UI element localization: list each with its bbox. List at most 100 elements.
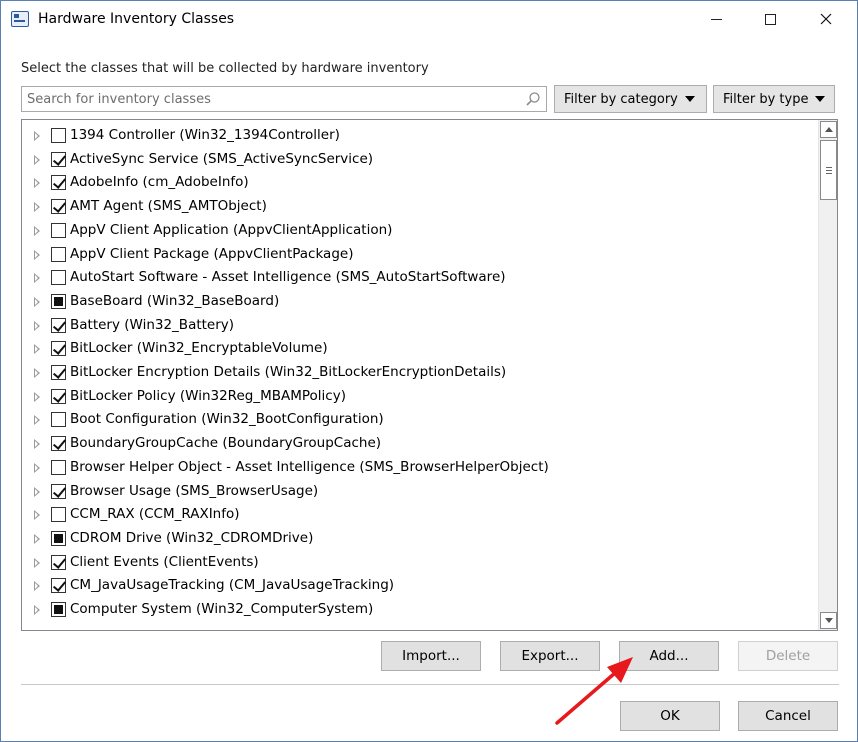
expand-arrow-icon[interactable] [34, 439, 41, 450]
scroll-up-button[interactable] [820, 121, 837, 138]
list-item[interactable]: CDROM Drive (Win32_CDROMDrive) [22, 527, 816, 551]
expand-arrow-icon[interactable] [34, 581, 41, 592]
list-item[interactable]: BaseBoard (Win32_BaseBoard) [22, 290, 816, 314]
expand-arrow-icon[interactable] [34, 273, 41, 284]
list-item[interactable]: BitLocker (Win32_EncryptableVolume) [22, 337, 816, 361]
class-checkbox[interactable] [51, 578, 66, 594]
search-field[interactable] [21, 86, 547, 112]
add-button[interactable]: Add... [619, 641, 719, 671]
class-checkbox[interactable] [51, 530, 66, 546]
class-checkbox[interactable] [51, 602, 66, 617]
class-label: BitLocker Policy (Win32Reg_MBAMPolicy) [70, 387, 346, 404]
class-label: CDROM Drive (Win32_CDROMDrive) [70, 529, 314, 546]
class-checkbox[interactable] [51, 365, 66, 380]
chevron-down-icon [815, 96, 826, 102]
class-checkbox[interactable] [51, 554, 66, 570]
expand-arrow-icon[interactable] [34, 557, 41, 568]
list-item[interactable]: AppV Client Package (AppvClientPackage) [22, 243, 816, 267]
expand-arrow-icon[interactable] [34, 320, 41, 331]
expand-arrow-icon[interactable] [34, 510, 41, 521]
list-item[interactable]: AutoStart Software - Asset Intelligence … [22, 266, 816, 290]
ok-button[interactable]: OK [620, 701, 720, 731]
class-label: AdobeInfo (cm_AdobeInfo) [70, 174, 249, 191]
class-label: AutoStart Software - Asset Intelligence … [70, 269, 506, 286]
list-item[interactable]: Boot Configuration (Win32_BootConfigurat… [22, 408, 816, 432]
list-item[interactable]: 1394 Controller (Win32_1394Controller) [22, 124, 816, 148]
list-item[interactable]: AdobeInfo (cm_AdobeInfo) [22, 171, 816, 195]
expand-arrow-icon[interactable] [34, 462, 41, 473]
list-item[interactable]: Browser Usage (SMS_BrowserUsage) [22, 480, 816, 504]
expand-arrow-icon[interactable] [34, 178, 41, 189]
close-icon [820, 13, 832, 25]
delete-button[interactable]: Delete [738, 641, 838, 671]
list-item[interactable]: BitLocker Encryption Details (Win32_BitL… [22, 361, 816, 385]
expand-arrow-icon[interactable] [34, 368, 41, 378]
class-checkbox[interactable] [51, 246, 66, 262]
search-input[interactable] [22, 87, 512, 111]
hardware-inventory-dialog: Hardware Inventory Classes Select the cl… [0, 0, 858, 742]
close-button[interactable] [803, 1, 849, 37]
expand-arrow-icon[interactable] [34, 296, 41, 307]
class-checkbox[interactable] [51, 388, 66, 404]
class-checkbox[interactable] [51, 341, 66, 357]
expand-arrow-icon[interactable] [34, 533, 41, 544]
class-checkbox[interactable] [51, 199, 66, 215]
class-checkbox[interactable] [51, 483, 66, 499]
import-button[interactable]: Import... [381, 641, 481, 671]
expand-arrow-icon[interactable] [34, 605, 41, 615]
minimize-button[interactable] [693, 1, 739, 37]
expand-arrow-icon[interactable] [34, 415, 41, 426]
list-item[interactable]: AMT Agent (SMS_AMTObject) [22, 195, 816, 219]
class-label: 1394 Controller (Win32_1394Controller) [70, 127, 340, 143]
search-icon[interactable] [525, 91, 541, 107]
class-checkbox[interactable] [51, 151, 66, 167]
list-item[interactable]: Client Events (ClientEvents) [22, 551, 816, 575]
class-checkbox[interactable] [51, 293, 66, 309]
class-checkbox[interactable] [51, 459, 66, 475]
inventory-class-list[interactable]: 1394 Controller (Win32_1394Controller) Ac… [21, 119, 838, 631]
class-checkbox[interactable] [51, 436, 66, 452]
scroll-down-button[interactable] [820, 612, 837, 629]
filter-by-type-dropdown[interactable]: Filter by type [713, 85, 835, 113]
arrow-down-icon [824, 618, 833, 623]
expand-arrow-icon[interactable] [34, 249, 41, 260]
cancel-button[interactable]: Cancel [738, 701, 838, 731]
list-item[interactable]: Battery (Win32_Battery) [22, 314, 816, 338]
expand-arrow-icon[interactable] [34, 344, 41, 355]
class-checkbox[interactable] [51, 270, 66, 286]
inventory-window-icon [11, 11, 29, 27]
filter-by-type-label: Filter by type [723, 91, 809, 107]
list-item[interactable]: CM_JavaUsageTracking (CM_JavaUsageTracki… [22, 574, 816, 598]
class-label: Browser Helper Object - Asset Intelligen… [70, 458, 549, 475]
class-label: AppV Client Package (AppvClientPackage) [70, 245, 354, 262]
scrollbar-thumb[interactable] [820, 140, 837, 200]
class-checkbox[interactable] [51, 412, 66, 428]
window-title: Hardware Inventory Classes [38, 11, 235, 27]
vertical-scrollbar[interactable] [818, 120, 837, 630]
expand-arrow-icon[interactable] [34, 391, 41, 402]
class-checkbox[interactable] [51, 507, 66, 523]
minimize-icon [710, 18, 722, 20]
export-button[interactable]: Export... [500, 641, 600, 671]
expand-arrow-icon[interactable] [34, 131, 41, 141]
title-bar[interactable]: Hardware Inventory Classes [1, 1, 857, 37]
expand-arrow-icon[interactable] [34, 225, 41, 236]
expand-arrow-icon[interactable] [34, 486, 41, 497]
list-item[interactable]: AppV Client Application (AppvClientAppli… [22, 219, 816, 243]
class-checkbox[interactable] [51, 175, 66, 191]
maximize-button[interactable] [747, 1, 793, 37]
list-item[interactable]: BoundaryGroupCache (BoundaryGroupCache) [22, 432, 816, 456]
filter-by-category-dropdown[interactable]: Filter by category [554, 85, 707, 113]
class-checkbox[interactable] [51, 317, 66, 333]
list-item[interactable]: Browser Helper Object - Asset Intelligen… [22, 456, 816, 480]
list-item[interactable]: Computer System (Win32_ComputerSystem) [22, 598, 816, 622]
class-label: AppV Client Application (AppvClientAppli… [70, 221, 393, 238]
class-checkbox[interactable] [51, 128, 66, 143]
list-item[interactable]: CCM_RAX (CCM_RAXInfo) [22, 503, 816, 527]
class-checkbox[interactable] [51, 222, 66, 238]
expand-arrow-icon[interactable] [34, 154, 41, 165]
list-item[interactable]: BitLocker Policy (Win32Reg_MBAMPolicy) [22, 385, 816, 409]
expand-arrow-icon[interactable] [34, 202, 41, 213]
class-label: CCM_RAX (CCM_RAXInfo) [70, 506, 240, 523]
list-item[interactable]: ActiveSync Service (SMS_ActiveSyncServic… [22, 148, 816, 172]
